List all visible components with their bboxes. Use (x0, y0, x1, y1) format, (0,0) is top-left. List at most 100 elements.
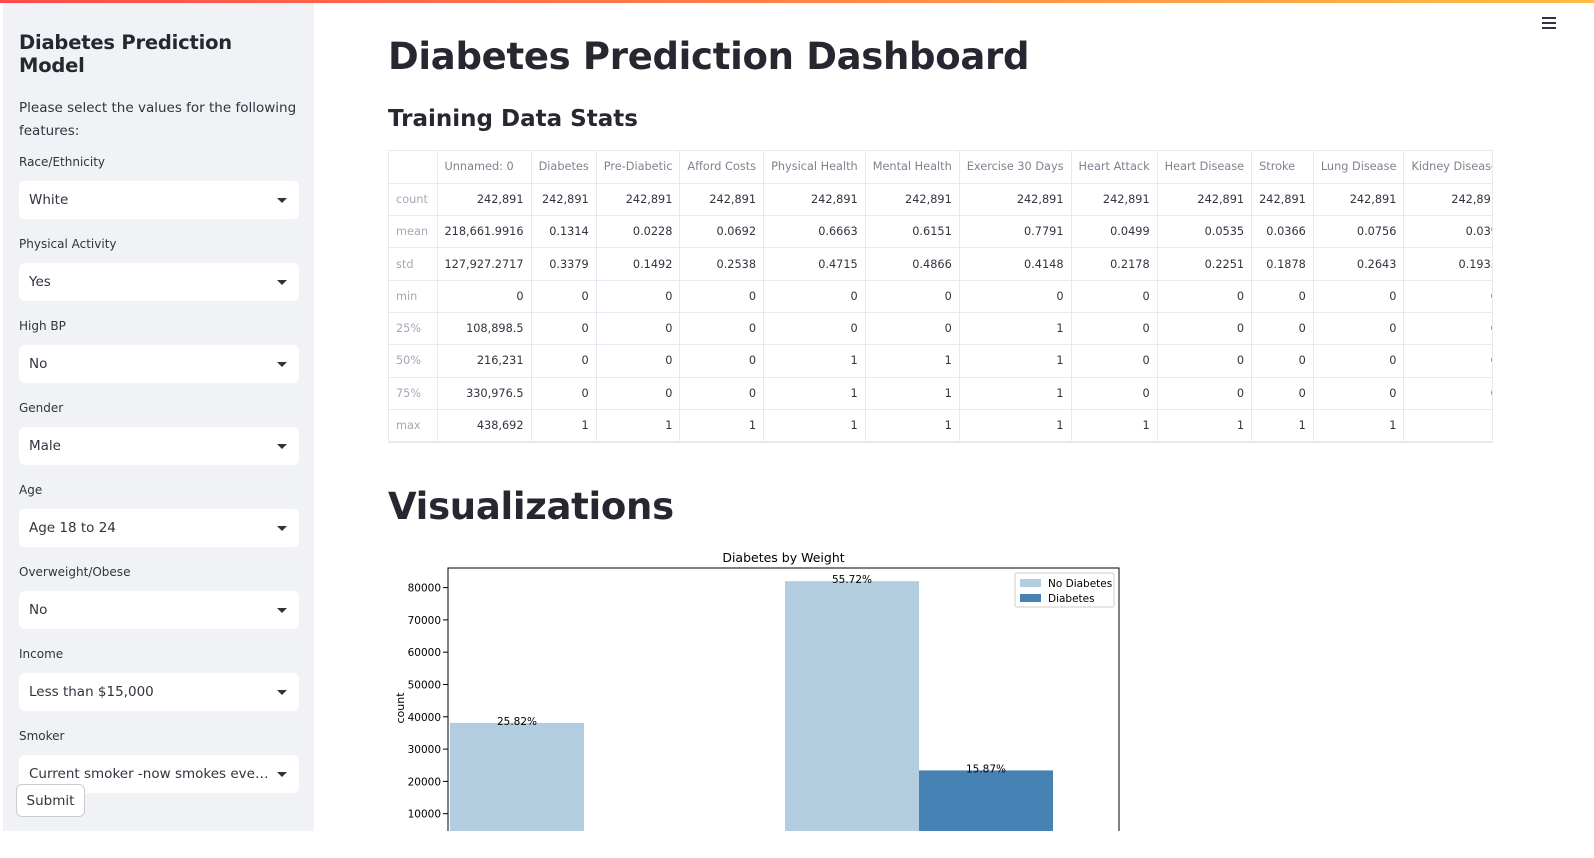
diabetes-by-weight-chart: Diabetes by Weight count 10000 20000 30000 40… (394, 550, 1120, 831)
select-dropdown[interactable]: Yes (19, 263, 299, 301)
table-cell: 0 (1251, 312, 1314, 346)
field-label: Race/Ethnicity (19, 155, 106, 169)
column-header[interactable]: Kidney Disease (1403, 151, 1492, 184)
chevron-down-icon (277, 689, 287, 695)
table-cell: 0 (1313, 312, 1405, 346)
table-cell: 0 (596, 280, 681, 313)
table-cell: 0.1492 (596, 247, 681, 281)
table-row: mean 218,661.9916 0.1314 0.0228 0.0692 0.6663… (389, 215, 1492, 249)
column-header[interactable]: Exercise 30 Days (959, 151, 1072, 184)
table-cell: 0 (959, 280, 1072, 313)
y-tick-label: 30000 (408, 744, 441, 756)
table-cell: 0 (1157, 312, 1253, 346)
table-cell: 0 (763, 312, 866, 346)
stats-table-container[interactable]: Unnamed: 0 Diabetes Pre-Diabetic Afford Cos… (388, 150, 1493, 443)
field-label: Age (19, 483, 43, 497)
y-tick-label: 70000 (408, 615, 441, 627)
table-cell: 0.7791 (959, 215, 1072, 249)
sidebar: Diabetes Prediction Model Please select … (3, 3, 314, 831)
column-header[interactable]: Diabetes (531, 151, 597, 184)
table-cell: 0 (531, 280, 597, 313)
submit-button[interactable]: Submit (16, 784, 85, 817)
table-cell: 0.039 (1403, 215, 1492, 249)
table-cell: 242,891 (531, 183, 597, 217)
table-cell: 0.2643 (1313, 247, 1405, 281)
bar-data-label: 25.82% (497, 716, 537, 728)
table-cell: 0 (1403, 312, 1492, 346)
training-stats-heading: Training Data Stats (388, 106, 638, 132)
table-cell: 0 (1313, 344, 1405, 378)
chevron-down-icon (277, 361, 287, 367)
select-value: White (29, 192, 69, 208)
table-cell: 0 (1403, 280, 1492, 313)
field-label: Overweight/Obese (19, 565, 131, 579)
table-cell: 0 (1071, 312, 1158, 346)
y-tick-label: 80000 (408, 583, 441, 595)
column-header[interactable]: Afford Costs (679, 151, 765, 184)
table-row: 50%216,23100011100000 (389, 344, 1492, 378)
table-cell: 242,891 (1313, 183, 1405, 217)
table-cell: 242,891 (959, 183, 1072, 217)
select-dropdown[interactable]: White (19, 181, 299, 219)
column-header[interactable]: Pre-Diabetic (596, 151, 681, 184)
table-cell: 242,891 (679, 183, 765, 217)
table-cell: 242,891 (763, 183, 866, 217)
table-cell: 1 (531, 409, 597, 442)
feature-fields: Race/Ethnicity White Physical Activity Yes H… (19, 155, 299, 793)
table-cell: 1 (763, 344, 866, 378)
select-dropdown[interactable]: Age 18 to 24 (19, 509, 299, 547)
legend-label: Diabetes (1048, 593, 1095, 605)
select-dropdown[interactable]: No (19, 345, 299, 383)
table-cell: 0 (596, 344, 681, 378)
column-header[interactable]: Heart Attack (1071, 151, 1158, 184)
chevron-down-icon (277, 771, 287, 777)
sidebar-intro: Please select the values for the followi… (19, 100, 297, 139)
table-cell: 1 (865, 409, 960, 442)
table-cell: 0.0692 (679, 215, 765, 249)
column-header[interactable]: Heart Disease (1157, 151, 1253, 184)
y-tick-label: 60000 (408, 647, 441, 659)
column-header[interactable]: Unnamed: 0 (437, 151, 532, 184)
field-physical-activity: Physical Activity Yes (19, 237, 299, 301)
legend-label: No Diabetes (1048, 578, 1112, 590)
field-label: Income (19, 647, 64, 661)
field-label: Smoker (19, 729, 65, 743)
table-cell: 0.1314 (531, 215, 597, 249)
table-cell: 0 (596, 377, 681, 410)
select-dropdown[interactable]: No (19, 591, 299, 629)
table-cell: 0 (1071, 280, 1158, 313)
select-dropdown[interactable]: Less than $15,000 (19, 673, 299, 711)
table-cell: 1 (959, 377, 1072, 410)
bar-no-diabetes (785, 581, 919, 831)
column-header[interactable]: Physical Health (763, 151, 866, 184)
select-value: No (29, 602, 48, 618)
table-cell: 1 (1403, 409, 1492, 442)
y-tick-label: 40000 (408, 712, 441, 724)
table-cell: 1 (959, 409, 1072, 442)
table-row: max438,69211111111111 (389, 409, 1492, 442)
legend-swatch (1020, 579, 1041, 587)
table-cell: 0 (1313, 280, 1405, 313)
table-cell: 0.4715 (763, 247, 866, 281)
table-cell: 0 (679, 280, 765, 313)
table-cell: 0 (1403, 344, 1492, 378)
table-cell: 0 (1071, 377, 1158, 410)
column-header[interactable]: Stroke (1251, 151, 1314, 184)
table-cell: 0.3379 (531, 247, 597, 281)
table-cell: 0 (763, 280, 866, 313)
bar-data-label: 55.72% (832, 574, 872, 586)
column-header[interactable] (389, 151, 438, 184)
select-dropdown[interactable]: Male (19, 427, 299, 465)
table-cell: 0 (1313, 377, 1405, 410)
table-row: 75%330,976.500011100000 (389, 377, 1492, 410)
field-race-ethnicity: Race/Ethnicity White (19, 155, 299, 219)
select-value: Age 18 to 24 (29, 520, 116, 536)
column-header[interactable]: Mental Health (865, 151, 960, 184)
column-header[interactable]: Lung Disease (1313, 151, 1405, 184)
bar-no-diabetes (450, 722, 584, 831)
chevron-down-icon (277, 525, 287, 531)
row-index: count (389, 183, 438, 217)
table-cell: 0.0228 (596, 215, 681, 249)
chart-title: Diabetes by Weight (722, 550, 844, 565)
table-row: 25%108,898.500000100000 (389, 312, 1492, 346)
